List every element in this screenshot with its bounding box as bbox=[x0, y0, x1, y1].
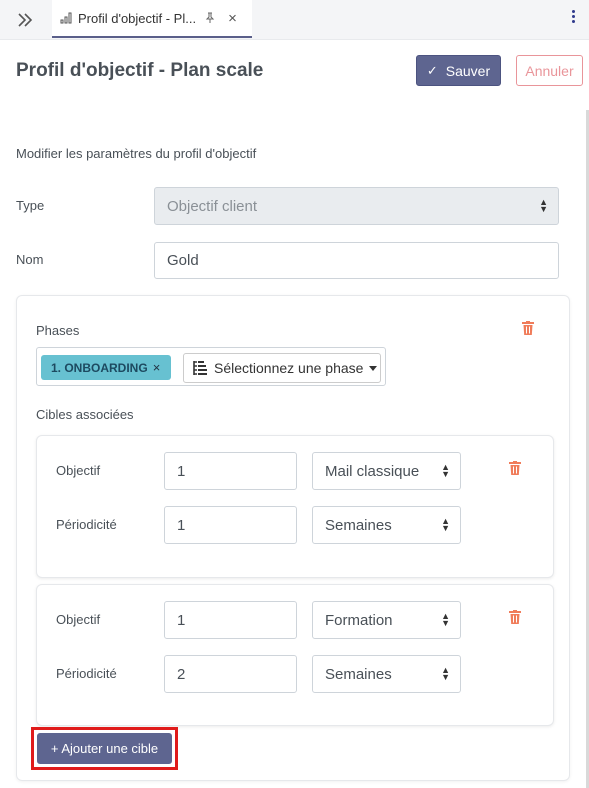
caret-down-icon bbox=[369, 365, 378, 371]
sort-arrows-icon: ▲ ▼ bbox=[539, 197, 548, 214]
cancel-button[interactable]: Annuler bbox=[516, 55, 583, 86]
objectif-value: 1 bbox=[177, 462, 186, 480]
objectif-unit-select[interactable]: Formation ▲ ▼ bbox=[312, 601, 461, 639]
tab-bar: Profil d'objectif - Pl... × bbox=[0, 0, 589, 40]
double-chevron-right-icon[interactable] bbox=[14, 9, 36, 31]
form-subtitle: Modifier les paramètres du profil d'obje… bbox=[16, 146, 257, 161]
chip-remove-icon[interactable]: × bbox=[153, 360, 161, 375]
type-label: Type bbox=[16, 198, 45, 213]
phases-label: Phases bbox=[36, 323, 80, 338]
sort-arrows-icon: ▲ ▼ bbox=[441, 665, 450, 682]
bar-chart-icon bbox=[60, 12, 72, 24]
objectif-label: Objectif bbox=[56, 463, 101, 478]
objectif-unit-value: Mail classique bbox=[325, 462, 420, 480]
objectif-value: 1 bbox=[177, 611, 186, 629]
periodicite-input[interactable]: 1 bbox=[164, 506, 297, 544]
phase-chip: 1. ONBOARDING × bbox=[41, 355, 171, 380]
list-tree-icon bbox=[193, 361, 207, 375]
objectif-input[interactable]: 1 bbox=[164, 601, 297, 639]
trash-icon[interactable] bbox=[509, 610, 521, 624]
pin-icon[interactable] bbox=[204, 12, 216, 24]
periodicite-unit-value: Semaines bbox=[325, 516, 392, 534]
tab-objective-profile[interactable]: Profil d'objectif - Pl... × bbox=[52, 0, 252, 38]
targets-label: Cibles associées bbox=[36, 407, 134, 422]
periodicite-value: 1 bbox=[177, 516, 186, 534]
periodicite-unit-select[interactable]: Semaines ▲ ▼ bbox=[312, 655, 461, 693]
objectif-label: Objectif bbox=[56, 612, 101, 627]
tab-title: Profil d'objectif - Pl... bbox=[78, 10, 197, 26]
trash-icon[interactable] bbox=[522, 321, 534, 335]
phase-dropdown-label: Sélectionnez une phase bbox=[214, 360, 364, 376]
sort-arrows-icon: ▲ ▼ bbox=[441, 611, 450, 628]
periodicite-value: 2 bbox=[177, 665, 186, 683]
objectif-unit-select[interactable]: Mail classique ▲ ▼ bbox=[312, 452, 461, 490]
objectif-unit-value: Formation bbox=[325, 611, 393, 629]
periodicite-input[interactable]: 2 bbox=[164, 655, 297, 693]
objectif-input[interactable]: 1 bbox=[164, 452, 297, 490]
periodicite-unit-value: Semaines bbox=[325, 665, 392, 683]
check-icon: ✓ bbox=[426, 62, 438, 78]
periodicite-label: Périodicité bbox=[56, 666, 117, 681]
add-target-button[interactable]: + Ajouter une cible bbox=[37, 733, 172, 764]
save-button[interactable]: ✓ Sauver bbox=[416, 55, 501, 86]
sort-arrows-icon: ▲ ▼ bbox=[441, 516, 450, 533]
close-icon[interactable]: × bbox=[228, 11, 237, 26]
phase-dropdown[interactable]: Sélectionnez une phase bbox=[183, 353, 381, 383]
phase-chip-label: 1. ONBOARDING bbox=[51, 360, 148, 375]
periodicite-unit-select[interactable]: Semaines ▲ ▼ bbox=[312, 506, 461, 544]
page-title: Profil d'objectif - Plan scale bbox=[16, 60, 264, 81]
name-label: Nom bbox=[16, 252, 44, 267]
name-input[interactable]: Gold bbox=[154, 242, 559, 279]
trash-icon[interactable] bbox=[509, 461, 521, 475]
sort-arrows-icon: ▲ ▼ bbox=[441, 462, 450, 479]
periodicite-label: Périodicité bbox=[56, 517, 117, 532]
save-label: Sauver bbox=[445, 62, 491, 79]
name-value: Gold bbox=[167, 252, 199, 269]
more-vertical-icon[interactable] bbox=[569, 10, 577, 28]
type-value: Objectif client bbox=[167, 197, 258, 215]
type-select: Objectif client ▲ ▼ bbox=[154, 187, 559, 225]
